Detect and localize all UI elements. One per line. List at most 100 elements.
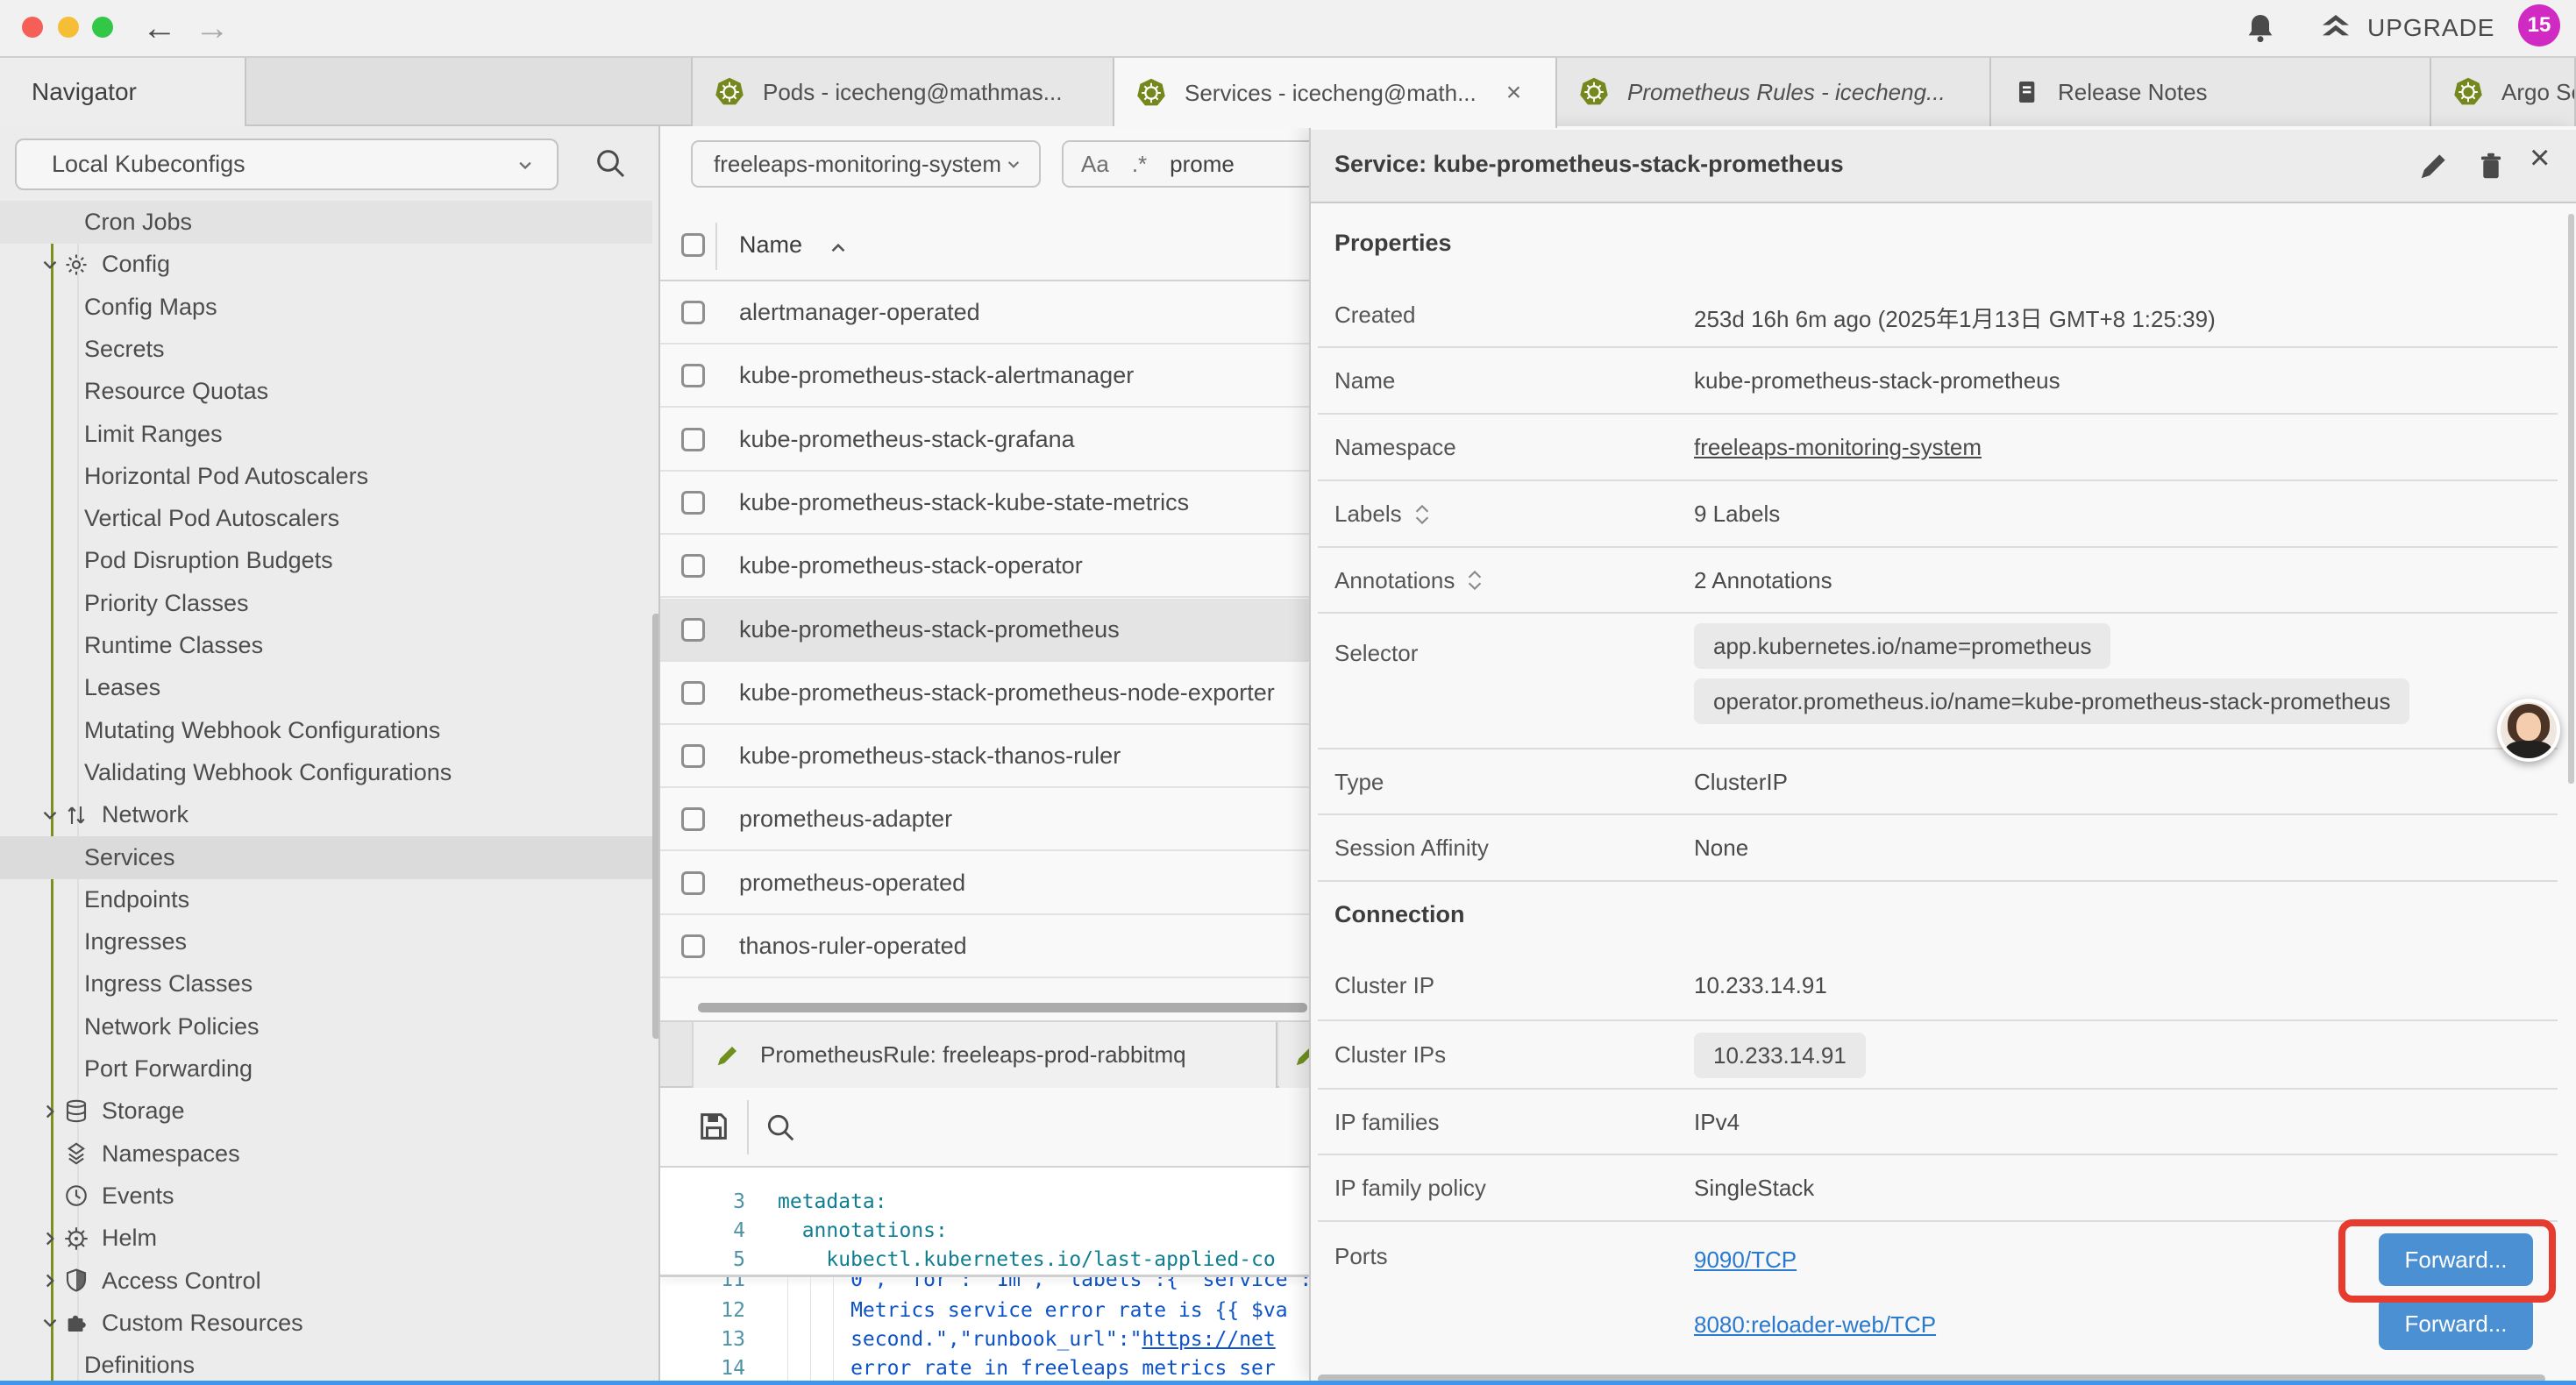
tab-pods-icecheng-mathmas[interactable]: Pods - icecheng@mathmas...	[691, 58, 1114, 126]
back-icon[interactable]: ←	[142, 9, 177, 47]
sidebar-item-endpoints[interactable]: Endpoints	[0, 878, 652, 921]
sidebar-item-network[interactable]: Network	[0, 793, 652, 836]
namespace-select[interactable]: freeleaps-monitoring-system	[691, 140, 1041, 188]
match-case-toggle[interactable]: Aa	[1081, 151, 1109, 178]
trash-icon[interactable]	[2474, 149, 2508, 182]
port-link[interactable]: 9090/TCP	[1694, 1246, 1797, 1274]
chevron-down-icon[interactable]	[39, 253, 61, 276]
sidebar-item-config[interactable]: Config	[0, 243, 652, 286]
maximize-window-button[interactable]	[92, 17, 113, 38]
table-horizontal-scrollbar[interactable]	[698, 1003, 1307, 1012]
expander-icon[interactable]	[1465, 567, 1484, 593]
chevron-right-icon[interactable]	[39, 1100, 61, 1123]
table-row[interactable]: kube-prometheus-stack-thanos-ruler	[660, 725, 1309, 788]
row-checkbox[interactable]	[681, 301, 705, 324]
sidebar-item-priority-classes[interactable]: Priority Classes	[0, 582, 652, 625]
table-row[interactable]: kube-prometheus-stack-operator	[660, 535, 1309, 598]
editor-search-icon[interactable]	[764, 1111, 797, 1144]
sidebar-scrollbar[interactable]	[652, 614, 660, 1039]
sidebar-item-leases[interactable]: Leases	[0, 666, 652, 709]
bell-icon[interactable]	[2243, 11, 2278, 46]
sidebar-item-helm[interactable]: Helm	[0, 1217, 652, 1260]
sidebar-item-config-maps[interactable]: Config Maps	[0, 286, 652, 329]
row-checkbox[interactable]	[681, 554, 705, 578]
forward-button[interactable]: Forward...	[2379, 1297, 2533, 1350]
details-horizontal-scrollbar[interactable]	[1318, 1374, 2545, 1381]
sidebar-item-definitions[interactable]: Definitions	[0, 1344, 652, 1381]
sidebar-item-port-forwarding[interactable]: Port Forwarding	[0, 1048, 652, 1090]
chevron-right-icon[interactable]	[39, 1227, 61, 1250]
table-row[interactable]: alertmanager-operated	[660, 281, 1309, 344]
port-link[interactable]: 8080:reloader-web/TCP	[1694, 1311, 1936, 1339]
table-row[interactable]: kube-prometheus-stack-kube-state-metrics	[660, 472, 1309, 535]
sidebar-item-vertical-pod-autoscalers[interactable]: Vertical Pod Autoscalers	[0, 497, 652, 540]
sidebar-item-validating-webhook-configurations[interactable]: Validating Webhook Configurations	[0, 751, 652, 794]
close-icon[interactable]: ×	[2530, 138, 2550, 178]
chevron-down-icon[interactable]	[39, 1311, 61, 1334]
tab-prometheus-rules-icecheng[interactable]: Prometheus Rules - icecheng...	[1557, 58, 1991, 126]
row-checkbox[interactable]	[681, 681, 705, 705]
filter-input[interactable]: Aa .* prome	[1062, 140, 1309, 188]
row-checkbox[interactable]	[681, 364, 705, 387]
sidebar-item-secrets[interactable]: Secrets	[0, 328, 652, 371]
table-row[interactable]: prometheus-adapter	[660, 788, 1309, 851]
edit-icon[interactable]	[2417, 149, 2451, 182]
regex-toggle[interactable]: .*	[1132, 151, 1147, 178]
row-checkbox[interactable]	[681, 744, 705, 768]
chevron-right-icon[interactable]	[39, 1269, 61, 1292]
sidebar-item-limit-ranges[interactable]: Limit Ranges	[0, 413, 652, 456]
select-all-checkbox[interactable]	[681, 233, 705, 257]
table-row[interactable]: kube-prometheus-stack-alertmanager	[660, 344, 1309, 408]
sidebar-item-storage[interactable]: Storage	[0, 1090, 652, 1133]
sidebar-item-pod-disruption-budgets[interactable]: Pod Disruption Budgets	[0, 539, 652, 582]
chevron-down-icon[interactable]	[39, 804, 61, 827]
row-checkbox[interactable]	[681, 491, 705, 515]
table-row[interactable]: kube-prometheus-stack-prometheus	[660, 599, 1309, 662]
expander-icon[interactable]	[1413, 501, 1432, 528]
sidebar-item-custom-resources[interactable]: Custom Resources	[0, 1302, 652, 1345]
sidebar-item-mutating-webhook-configurations[interactable]: Mutating Webhook Configurations	[0, 709, 652, 752]
tab-services-icecheng-math[interactable]: Services - icecheng@math...×	[1114, 58, 1557, 128]
sidebar-item-resource-quotas[interactable]: Resource Quotas	[0, 370, 652, 413]
row-checkbox[interactable]	[681, 934, 705, 958]
tab-argo-se[interactable]: Argo Se	[2431, 58, 2576, 126]
table-row[interactable]: kube-prometheus-stack-grafana	[660, 408, 1309, 472]
row-checkbox[interactable]	[681, 807, 705, 831]
sidebar-item-access-control[interactable]: Access Control	[0, 1260, 652, 1303]
sidebar-item-runtime-classes[interactable]: Runtime Classes	[0, 624, 652, 667]
editor-tab-partial[interactable]	[1279, 1022, 1309, 1088]
sidebar-item-events[interactable]: Events	[0, 1175, 652, 1218]
sidebar-item-ingresses[interactable]: Ingresses	[0, 920, 652, 963]
sidebar-item-namespaces[interactable]: Namespaces	[0, 1133, 652, 1175]
details-vertical-scrollbar[interactable]	[2568, 214, 2574, 784]
close-tab-icon[interactable]: ×	[1506, 78, 1522, 108]
sort-ascending-icon[interactable]	[827, 238, 850, 258]
minimize-window-button[interactable]	[58, 17, 79, 38]
upgrade-button[interactable]: UPGRADE	[2316, 11, 2494, 46]
close-window-button[interactable]	[22, 17, 43, 38]
tab-navigator[interactable]: Navigator	[0, 58, 246, 126]
row-checkbox[interactable]	[681, 428, 705, 451]
save-icon[interactable]	[696, 1109, 731, 1144]
sidebar-item-network-policies[interactable]: Network Policies	[0, 1005, 652, 1048]
kubeconfig-select[interactable]: Local Kubeconfigs	[15, 138, 559, 190]
table-row[interactable]: thanos-ruler-operated	[660, 915, 1309, 978]
tab-release-notes[interactable]: Release Notes	[1991, 58, 2431, 126]
table-row[interactable]: kube-prometheus-stack-prometheus-node-ex…	[660, 662, 1309, 725]
editor-tab-prometheusrule[interactable]: PrometheusRule: freeleaps-prod-rabbitmq	[692, 1022, 1277, 1088]
row-checkbox[interactable]	[681, 871, 705, 895]
sidebar-item-cron-jobs[interactable]: Cron Jobs	[0, 201, 652, 244]
table-row[interactable]: prometheus-operated	[660, 852, 1309, 915]
sidebar-item-ingress-classes[interactable]: Ingress Classes	[0, 962, 652, 1005]
sidebar-item-horizontal-pod-autoscalers[interactable]: Horizontal Pod Autoscalers	[0, 455, 652, 498]
code-link[interactable]: https://net	[1142, 1328, 1275, 1351]
namespace-link[interactable]: freeleaps-monitoring-system	[1694, 434, 1982, 461]
forward-icon[interactable]: →	[195, 9, 230, 47]
search-icon[interactable]	[593, 146, 628, 181]
name-column-header[interactable]: Name	[739, 231, 802, 259]
sidebar-item-services[interactable]: Services	[0, 836, 652, 879]
row-checkbox[interactable]	[681, 618, 705, 642]
notification-badge[interactable]: 15	[2518, 4, 2560, 46]
yaml-editor[interactable]: 3metadata:4 annotations:5 kubectl.kubern…	[660, 1166, 1309, 1381]
avatar[interactable]	[2497, 699, 2560, 762]
